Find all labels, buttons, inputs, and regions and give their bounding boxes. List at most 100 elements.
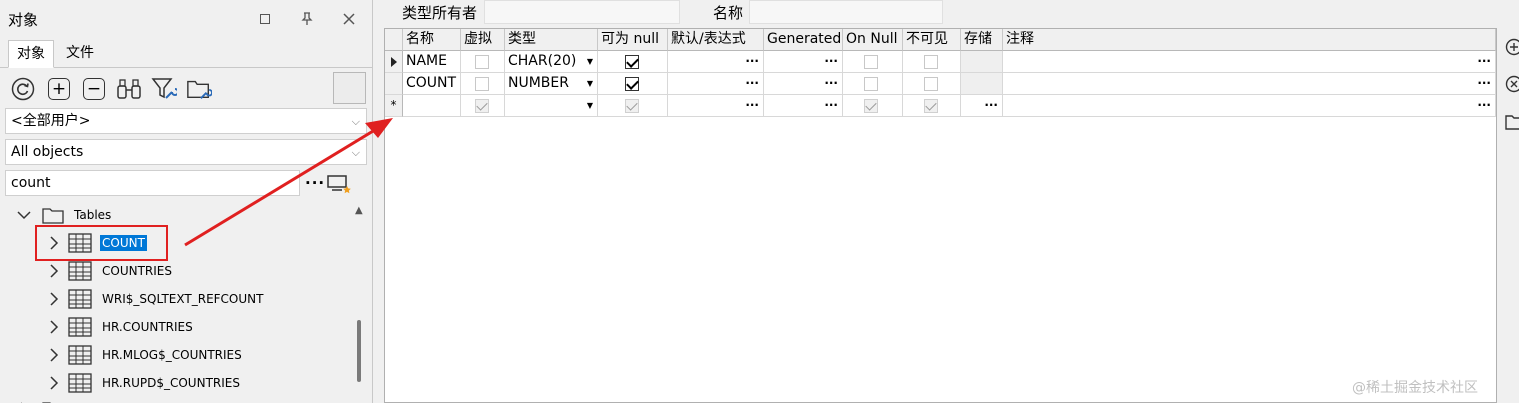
cell-generated[interactable]: ···	[764, 73, 843, 95]
type-owner-field[interactable]	[484, 0, 680, 24]
on-null-checkbox[interactable]	[864, 77, 878, 91]
ellipsis-button[interactable]: ···	[745, 73, 759, 94]
cell-name[interactable]: COUNT	[403, 73, 461, 95]
cell-default[interactable]: ···	[668, 95, 764, 117]
pin-panel-button[interactable]	[296, 8, 318, 30]
name-field[interactable]	[749, 0, 943, 24]
restore-panel-button[interactable]	[254, 8, 276, 30]
chevron-right-icon[interactable]	[44, 373, 64, 393]
filter-input[interactable]: count	[5, 170, 300, 196]
nullable-checkbox[interactable]	[625, 77, 639, 91]
ellipsis-button[interactable]: ···	[1477, 95, 1491, 116]
chevron-right-icon[interactable]	[44, 317, 64, 337]
chevron-right-icon[interactable]	[44, 261, 64, 281]
ellipsis-button[interactable]: ···	[984, 95, 998, 116]
cell-invisible[interactable]	[903, 73, 961, 95]
tree-item-hr-rupd-countries[interactable]: HR.RUPD$_COUNTRIES	[44, 370, 242, 396]
ellipsis-button[interactable]: ···	[824, 95, 838, 116]
cell-comment[interactable]: ···	[1003, 95, 1496, 117]
cell-storage[interactable]	[961, 51, 1003, 73]
cell-on-null[interactable]	[843, 51, 903, 73]
column-header-invisible[interactable]: 不可见	[903, 29, 961, 51]
nullable-checkbox[interactable]	[625, 55, 639, 69]
invisible-checkbox[interactable]	[924, 99, 938, 113]
scroll-up-arrow-icon[interactable]: ▲	[355, 205, 363, 216]
nullable-checkbox[interactable]	[625, 99, 639, 113]
tree-folder-next[interactable]	[14, 396, 72, 403]
invisible-checkbox[interactable]	[924, 55, 938, 69]
cell-default[interactable]: ···	[668, 73, 764, 95]
tree-item-wri-sqltext-refcount[interactable]: WRI$_SQLTEXT_REFCOUNT	[44, 286, 265, 312]
add-object-button[interactable]: +	[46, 76, 72, 102]
ellipsis-button[interactable]: ···	[745, 95, 759, 116]
cell-nullable[interactable]	[598, 95, 668, 117]
column-header-comment[interactable]: 注释	[1003, 29, 1496, 51]
tree-scrollbar-thumb[interactable]	[357, 320, 361, 382]
cell-nullable[interactable]	[598, 73, 668, 95]
tab-files[interactable]: 文件	[58, 40, 102, 68]
cell-type[interactable]: NUMBER ▼	[505, 73, 598, 95]
folder-icon[interactable]	[1505, 113, 1519, 131]
column-header-nullable[interactable]: 可为 null	[598, 29, 668, 51]
virtual-checkbox[interactable]	[475, 99, 489, 113]
chevron-down-icon[interactable]	[14, 205, 34, 225]
column-header-on-null[interactable]: On Null	[843, 29, 903, 51]
filter-options-button[interactable]: ···	[305, 174, 325, 192]
column-header-storage[interactable]: 存储	[961, 29, 1003, 51]
column-header-default[interactable]: 默认/表达式	[668, 29, 764, 51]
cell-type[interactable]: CHAR(20) ▼	[505, 51, 598, 73]
cell-storage[interactable]: ···	[961, 95, 1003, 117]
owner-select[interactable]: <全部用户> ⌵	[5, 108, 367, 134]
dropdown-arrow-icon[interactable]: ▼	[587, 51, 593, 72]
chevron-right-icon[interactable]	[44, 345, 64, 365]
cell-comment[interactable]: ···	[1003, 51, 1496, 73]
column-header-name[interactable]: 名称	[403, 29, 461, 51]
cell-virtual[interactable]	[461, 73, 505, 95]
tab-objects[interactable]: 对象	[8, 40, 54, 68]
monitor-star-icon[interactable]	[327, 174, 351, 194]
row-indicator[interactable]	[385, 73, 403, 95]
virtual-checkbox[interactable]	[475, 55, 489, 69]
on-null-checkbox[interactable]	[864, 99, 878, 113]
cell-invisible[interactable]	[903, 51, 961, 73]
ellipsis-button[interactable]: ···	[1477, 51, 1491, 72]
cell-on-null[interactable]	[843, 95, 903, 117]
dropdown-arrow-icon[interactable]: ▼	[587, 73, 593, 94]
ellipsis-button[interactable]: ···	[824, 73, 838, 94]
folder-settings-button[interactable]	[186, 76, 212, 102]
find-button[interactable]	[116, 76, 142, 102]
cell-invisible[interactable]	[903, 95, 961, 117]
cell-name[interactable]: NAME	[403, 51, 461, 73]
cell-storage[interactable]	[961, 73, 1003, 95]
ellipsis-button[interactable]: ···	[745, 51, 759, 72]
refresh-button[interactable]	[10, 76, 36, 102]
cell-default[interactable]: ···	[668, 51, 764, 73]
close-panel-button[interactable]	[338, 8, 360, 30]
row-indicator[interactable]	[385, 51, 403, 73]
toolbar-empty-slot[interactable]	[333, 72, 366, 104]
cell-generated[interactable]: ···	[764, 51, 843, 73]
ellipsis-button[interactable]: ···	[824, 51, 838, 72]
cell-generated[interactable]: ···	[764, 95, 843, 117]
column-header-virtual[interactable]: 虚拟	[461, 29, 505, 51]
cell-virtual[interactable]	[461, 95, 505, 117]
add-column-icon[interactable]	[1505, 38, 1519, 56]
invisible-checkbox[interactable]	[924, 77, 938, 91]
cell-name[interactable]	[403, 95, 461, 117]
chevron-right-icon[interactable]	[44, 289, 64, 309]
cell-nullable[interactable]	[598, 51, 668, 73]
column-header-generated[interactable]: Generated	[764, 29, 843, 51]
column-header-type[interactable]: 类型	[505, 29, 598, 51]
filter-settings-button[interactable]	[151, 76, 177, 102]
dropdown-arrow-icon[interactable]: ▼	[587, 95, 593, 116]
ellipsis-button[interactable]: ···	[1477, 73, 1491, 94]
tree-item-hr-mlog-countries[interactable]: HR.MLOG$_COUNTRIES	[44, 342, 244, 368]
cell-virtual[interactable]	[461, 51, 505, 73]
object-type-select[interactable]: All objects ⌵	[5, 139, 367, 165]
cell-comment[interactable]: ···	[1003, 73, 1496, 95]
virtual-checkbox[interactable]	[475, 77, 489, 91]
on-null-checkbox[interactable]	[864, 55, 878, 69]
tree-item-hr-countries[interactable]: HR.COUNTRIES	[44, 314, 195, 340]
chevron-right-icon[interactable]	[14, 399, 34, 403]
new-row-marker[interactable]: *	[385, 95, 403, 117]
